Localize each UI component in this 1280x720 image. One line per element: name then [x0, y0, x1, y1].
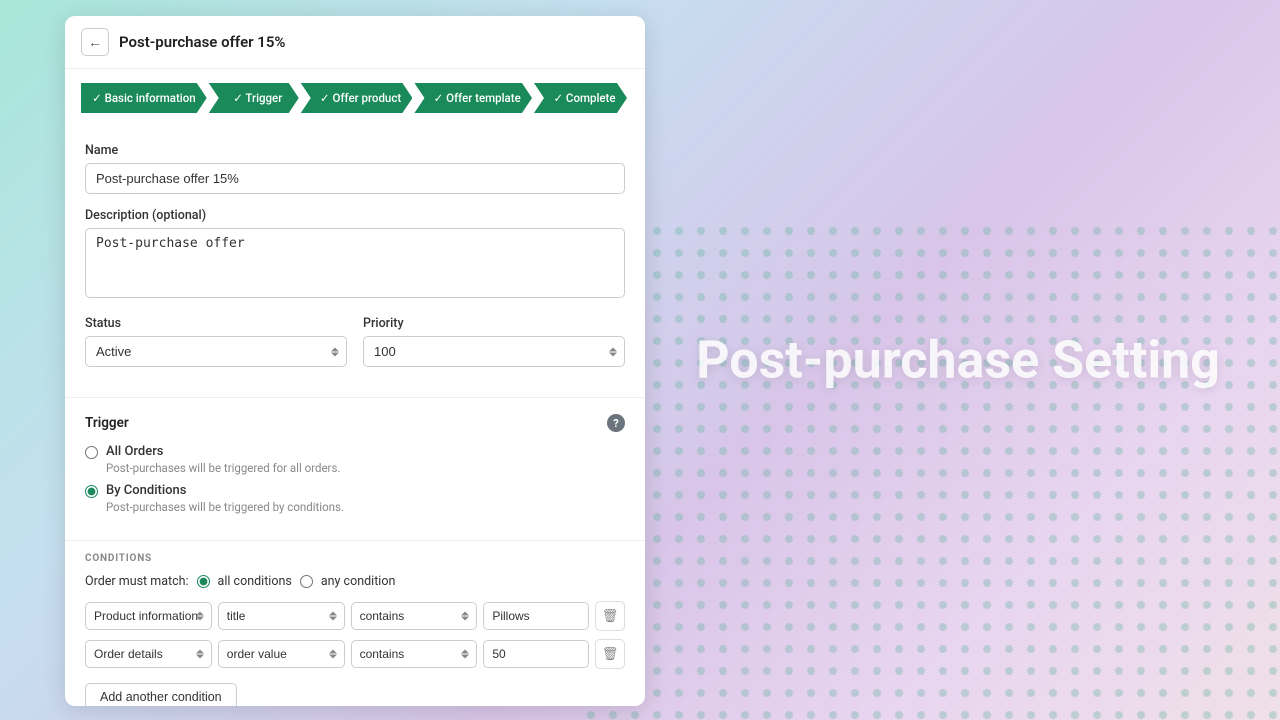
description-label: Description (optional) [85, 208, 625, 223]
condition-field-1-select[interactable]: title id vendor [218, 602, 345, 630]
delete-condition-2-button[interactable]: 🗑 [595, 639, 625, 669]
condition-field-2-wrap: order value order count [218, 640, 345, 668]
match-text: Order must match: [85, 574, 189, 589]
priority-label: Priority [363, 316, 625, 331]
status-priority-row: Status Active Inactive Priority [85, 316, 625, 381]
basic-info-section: Name Description (optional) Post-purchas… [65, 127, 645, 398]
description-input[interactable]: Post-purchase offer [85, 228, 625, 298]
condition-operator-2-select[interactable]: contains more than less than [351, 640, 478, 668]
all-orders-desc: Post-purchases will be triggered for all… [106, 461, 340, 475]
condition-value-2-input[interactable] [483, 640, 589, 668]
by-conditions-radio[interactable] [85, 485, 98, 498]
trigger-section: Trigger ? All Orders Post-purchases will… [65, 398, 645, 541]
name-group: Name [85, 143, 625, 194]
description-group: Description (optional) Post-purchase off… [85, 208, 625, 302]
condition-type-2-wrap: Product information Order details [85, 640, 212, 668]
by-conditions-label[interactable]: By Conditions Post-purchases will be tri… [85, 483, 625, 514]
priority-group: Priority [363, 316, 625, 381]
stepper: ✓ Basic information ✓ Trigger ✓ Offer pr… [65, 69, 645, 127]
any-condition-label: any condition [321, 574, 396, 589]
step-basic-information[interactable]: ✓ Basic information [81, 83, 207, 113]
background-decoration [580, 220, 1280, 720]
status-select[interactable]: Active Inactive [85, 336, 347, 367]
all-orders-label[interactable]: All Orders Post-purchases will be trigge… [85, 444, 625, 475]
condition-type-1-select[interactable]: Product information Order details [85, 602, 212, 630]
back-button[interactable]: ← [81, 28, 109, 56]
trigger-header: Trigger ? [85, 414, 625, 432]
priority-input[interactable] [363, 336, 625, 367]
trigger-options: All Orders Post-purchases will be trigge… [85, 444, 625, 514]
status-label: Status [85, 316, 347, 331]
status-select-wrap: Active Inactive [85, 336, 347, 367]
condition-operator-2-wrap: contains more than less than [351, 640, 478, 668]
condition-row-2: Product information Order details order … [85, 639, 625, 669]
name-input[interactable] [85, 163, 625, 194]
all-orders-radio[interactable] [85, 446, 98, 459]
any-condition-radio[interactable] [300, 575, 313, 588]
card-title: Post-purchase offer 15% [119, 33, 285, 51]
condition-field-2-select[interactable]: order value order count [218, 640, 345, 668]
all-conditions-radio[interactable] [197, 575, 210, 588]
background-title: Post-purchase Setting [696, 330, 1220, 391]
match-row: Order must match: all conditions any con… [85, 574, 625, 589]
condition-type-1-wrap: Product information Order details [85, 602, 212, 630]
condition-row-1: Product information Order details title … [85, 601, 625, 631]
conditions-section: CONDITIONS Order must match: all conditi… [65, 541, 645, 706]
condition-value-2-wrap [483, 640, 589, 668]
trigger-title: Trigger [85, 415, 129, 431]
back-icon: ← [88, 34, 102, 50]
condition-value-1-wrap [483, 602, 589, 630]
main-card: ← Post-purchase offer 15% ✓ Basic inform… [65, 16, 645, 706]
name-label: Name [85, 143, 625, 158]
add-condition-button[interactable]: Add another condition [85, 683, 237, 706]
by-conditions-label-text: By Conditions [106, 483, 344, 498]
step-complete[interactable]: ✓ Complete [534, 83, 627, 113]
condition-field-1-wrap: title id vendor [218, 602, 345, 630]
all-conditions-label: all conditions [218, 574, 292, 589]
condition-operator-1-wrap: contains does not contain equals [351, 602, 478, 630]
step-trigger[interactable]: ✓ Trigger [209, 83, 299, 113]
all-orders-label-text: All Orders [106, 444, 340, 459]
conditions-label: CONDITIONS [85, 553, 625, 564]
step-offer-product[interactable]: ✓ Offer product [301, 83, 413, 113]
status-group: Status Active Inactive [85, 316, 347, 367]
step-offer-template[interactable]: ✓ Offer template [414, 83, 532, 113]
by-conditions-desc: Post-purchases will be triggered by cond… [106, 500, 344, 514]
trigger-help-icon[interactable]: ? [607, 414, 625, 432]
all-orders-option: All Orders Post-purchases will be trigge… [85, 444, 625, 475]
priority-wrap [363, 336, 625, 367]
condition-type-2-select[interactable]: Product information Order details [85, 640, 212, 668]
condition-value-1-input[interactable] [483, 602, 589, 630]
card-header: ← Post-purchase offer 15% [65, 16, 645, 69]
delete-condition-1-button[interactable]: 🗑 [595, 601, 625, 631]
by-conditions-option: By Conditions Post-purchases will be tri… [85, 483, 625, 514]
condition-operator-1-select[interactable]: contains does not contain equals [351, 602, 478, 630]
